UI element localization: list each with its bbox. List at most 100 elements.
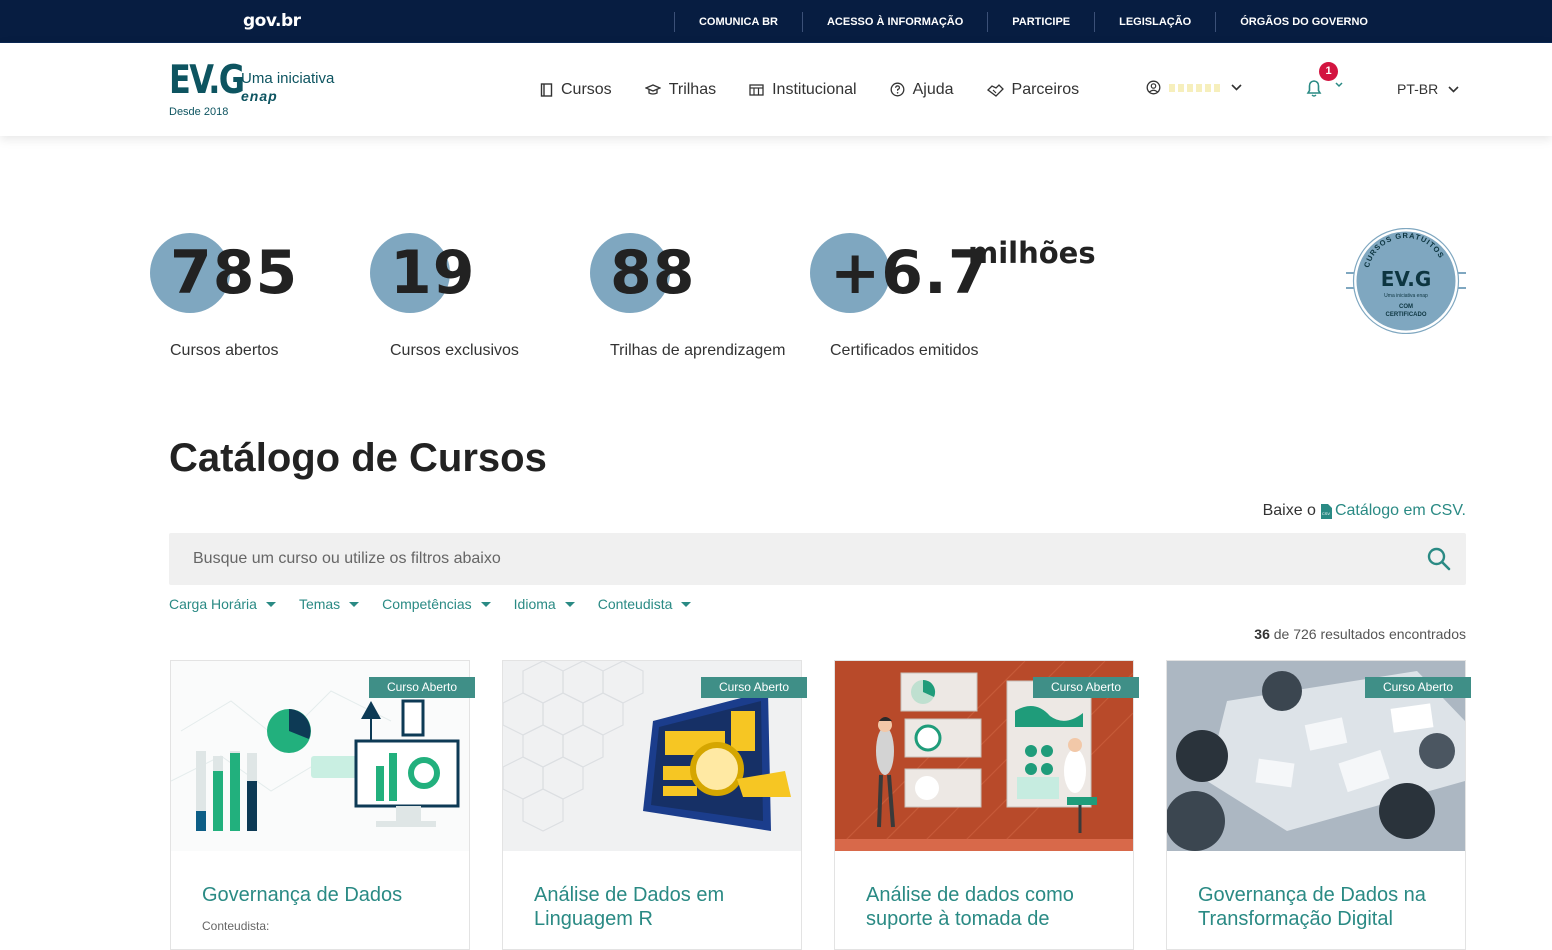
stat-trilhas: 88 Trilhas de aprendizagem [590, 233, 786, 359]
stat-value: 785 [170, 238, 299, 308]
chevron-down-icon [1448, 85, 1459, 93]
main-nav: Cursos Trilhas Institucional Ajuda Parce… [540, 43, 1112, 136]
gov-links: COMUNICA BR ACESSO À INFORMAÇÃO PARTICIP… [673, 0, 1392, 43]
notification-count-badge: 1 [1319, 62, 1338, 81]
course-card[interactable]: Curso Aberto Análise de dados como supor… [834, 660, 1139, 950]
search-button[interactable] [1426, 546, 1452, 577]
seal-center-text: EV.G [1381, 267, 1432, 291]
gov-link-orgaos-governo[interactable]: ÓRGÃOS DO GOVERNO [1215, 11, 1392, 32]
filter-label: Carga Horária [169, 596, 257, 612]
user-menu[interactable] [1146, 80, 1242, 95]
filter-conteudista[interactable]: Conteudista [598, 596, 692, 612]
course-title[interactable]: Governança de Dados [202, 883, 452, 907]
svg-text:CSV: CSV [1322, 511, 1331, 516]
course-author-label: Conteudista: [202, 919, 270, 933]
chevron-down-icon [1231, 84, 1242, 91]
course-status-badge: Curso Aberto [369, 677, 475, 698]
search-input[interactable] [169, 533, 1409, 585]
gov-link-legislacao[interactable]: LEGISLAÇÃO [1094, 11, 1215, 32]
course-card[interactable]: Curso Aberto Governança de Dados na Tran… [1166, 660, 1471, 950]
filter-label: Idioma [513, 596, 556, 612]
course-title[interactable]: Análise de dados como suporte à tomada d… [866, 883, 1116, 931]
logo-since: Desde 2018 [169, 106, 229, 118]
caret-down-icon [480, 601, 491, 607]
filter-carga-horaria[interactable]: Carga Horária [169, 596, 276, 612]
handshake-icon [986, 83, 1004, 97]
search-bar [169, 533, 1466, 585]
site-header: EV.G Uma iniciativa enap Desde 2018 Curs… [0, 43, 1552, 136]
csv-download-line: Baixe o CSV Catálogo em CSV. [1263, 502, 1466, 520]
caret-down-icon [681, 601, 692, 607]
stat-label: Cursos abertos [170, 342, 279, 359]
results-text: de 726 resultados encontrados [1273, 626, 1466, 642]
stat-label: Certificados emitidos [830, 342, 979, 359]
language-selector[interactable]: PT-BR [1397, 81, 1459, 97]
gov-link-acesso-informacao[interactable]: ACESSO À INFORMAÇÃO [801, 11, 987, 32]
results-count: 36 de 726 resultados encontrados [1254, 626, 1466, 642]
user-avatar-icon [1146, 80, 1161, 95]
stat-value: 88 [610, 238, 696, 308]
stat-label: Trilhas de aprendizagem [610, 342, 786, 359]
seal-bottom-2: CERTIFICADO [1386, 312, 1427, 318]
filters-bar: Carga Horária Temas Competências Idioma … [169, 596, 714, 612]
filter-label: Temas [298, 596, 341, 612]
csv-link-label: Catálogo em CSV. [1334, 502, 1466, 519]
nav-cursos-label: Cursos [561, 80, 612, 98]
stat-suffix: milhões [968, 236, 1096, 270]
course-status-badge: Curso Aberto [1365, 677, 1471, 698]
nav-ajuda-label: Ajuda [912, 80, 954, 98]
gov-link-participe[interactable]: PARTICIPE [987, 11, 1094, 32]
results-shown: 36 [1254, 626, 1270, 642]
logo-enap: enap [241, 88, 278, 104]
csv-file-icon: CSV [1320, 503, 1332, 519]
course-title[interactable]: Análise de Dados em Linguagem R [534, 883, 784, 931]
caret-down-icon [564, 601, 575, 607]
stat-certificados: +6.7 Certificados emitidos [810, 233, 991, 359]
language-label: PT-BR [1397, 81, 1439, 97]
stat-cursos-exclusivos: 19 Cursos exclusivos [370, 233, 519, 359]
course-title[interactable]: Governança de Dados na Transformação Dig… [1198, 883, 1448, 931]
catalog-title: Catálogo de Cursos [169, 436, 547, 480]
filter-temas[interactable]: Temas [298, 596, 360, 612]
logo-tagline: Uma iniciativa [241, 70, 335, 87]
filter-competencias[interactable]: Competências [382, 596, 491, 612]
stat-label: Cursos exclusivos [390, 342, 519, 359]
gov-br-logo[interactable]: gov.br [243, 11, 301, 31]
nav-parceiros-label: Parceiros [1011, 80, 1080, 98]
filter-idioma[interactable]: Idioma [514, 596, 575, 612]
course-status-badge: Curso Aberto [1033, 677, 1139, 698]
help-circle-icon [890, 82, 905, 97]
notifications-button[interactable] [1304, 77, 1346, 104]
filter-label: Conteudista [597, 596, 673, 612]
search-icon [1427, 547, 1451, 571]
logo-evg-text: EV.G [169, 58, 245, 103]
filter-label: Competências [382, 596, 472, 612]
seal-tagline: Uma iniciativa enap [1384, 293, 1428, 299]
course-card[interactable]: Curso Aberto Governança de Dados Conteud… [170, 660, 475, 950]
book-icon [540, 82, 553, 97]
caret-down-icon [349, 601, 360, 607]
csv-prefix: Baixe o [1262, 502, 1316, 519]
evg-logo[interactable]: EV.G Uma iniciativa enap Desde 2018 [169, 58, 334, 119]
stat-cursos-abertos: 785 Cursos abertos [150, 233, 299, 359]
nav-ajuda[interactable]: Ajuda [890, 81, 954, 99]
free-courses-seal: EV.G Uma iniciativa enap COM CERTIFICADO… [1346, 228, 1466, 334]
course-status-badge: Curso Aberto [701, 677, 807, 698]
stat-value: 19 [390, 238, 476, 308]
stat-value: +6.7 [830, 238, 991, 308]
nav-cursos[interactable]: Cursos [540, 81, 612, 99]
nav-trilhas-label: Trilhas [668, 80, 717, 98]
gov-bar: gov.br COMUNICA BR ACESSO À INFORMAÇÃO P… [0, 0, 1552, 43]
nav-institucional[interactable]: Institucional [749, 81, 857, 99]
building-icon [749, 84, 764, 96]
graduation-cap-icon [644, 83, 661, 95]
nav-institucional-label: Institucional [772, 80, 857, 98]
seal-bottom-1: COM [1399, 304, 1413, 310]
gov-link-comunica-br[interactable]: COMUNICA BR [673, 11, 802, 32]
nav-trilhas[interactable]: Trilhas [644, 80, 717, 99]
course-card[interactable]: Curso Aberto Análise de Dados em Linguag… [502, 660, 807, 950]
nav-parceiros[interactable]: Parceiros [986, 80, 1080, 99]
caret-down-icon [265, 601, 276, 607]
user-name-redacted [1169, 83, 1221, 92]
csv-download-link[interactable]: CSV Catálogo em CSV. [1320, 502, 1466, 520]
